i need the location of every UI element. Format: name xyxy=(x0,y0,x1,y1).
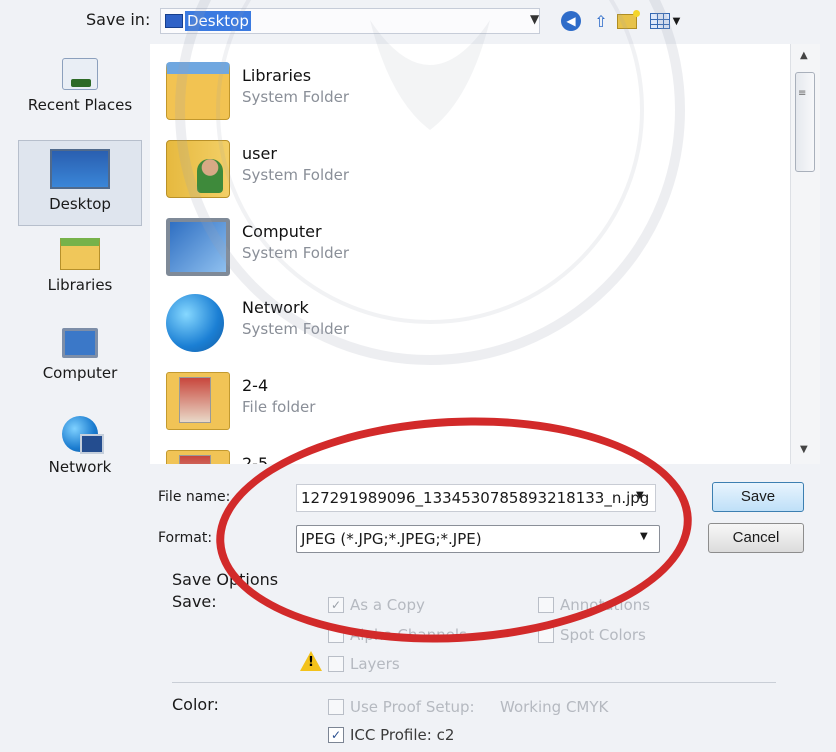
file-type: File folder xyxy=(242,398,316,416)
recent-places-icon xyxy=(62,58,98,90)
alpha-channels-checkbox[interactable]: Alpha Channels xyxy=(328,626,467,644)
checkbox-label: Alpha Channels xyxy=(350,626,467,644)
folder-icon xyxy=(166,372,230,430)
save-as-dialog: Save in: Desktop ▼ ◀ ⇧ ▼ Recent Places D… xyxy=(0,0,836,752)
places-bar: Recent Places Desktop Libraries Computer… xyxy=(0,44,150,494)
place-label: Computer xyxy=(42,364,118,382)
list-item[interactable]: 2-4 File folder xyxy=(160,364,720,440)
file-list: Libraries System Folder user System Fold… xyxy=(150,44,790,464)
checkbox-label: Annotations xyxy=(560,596,651,614)
vertical-scrollbar[interactable]: ▲ ≡ ▼ xyxy=(790,44,820,464)
libraries-folder-icon xyxy=(166,62,230,120)
grip-icon: ≡ xyxy=(798,88,807,99)
save-button[interactable]: Save xyxy=(712,482,804,512)
chevron-down-icon[interactable]: ▼ xyxy=(530,12,539,26)
place-label: Network xyxy=(48,458,112,476)
warning-mark: ! xyxy=(308,655,314,670)
back-button[interactable]: ◀ xyxy=(558,8,584,34)
place-desktop[interactable]: Desktop xyxy=(18,140,142,226)
layers-checkbox[interactable]: Layers xyxy=(328,655,400,673)
network-icon xyxy=(62,416,104,454)
folder-icon xyxy=(166,450,230,464)
scroll-down-icon[interactable]: ▼ xyxy=(800,444,808,455)
up-folder-button[interactable]: ⇧ xyxy=(588,8,614,34)
place-network[interactable]: Network xyxy=(18,408,142,494)
place-label: Recent Places xyxy=(27,96,133,114)
divider xyxy=(172,682,776,683)
new-folder-icon xyxy=(617,9,640,29)
file-name: user xyxy=(242,144,277,163)
chevron-down-icon: ▼ xyxy=(672,15,681,27)
save-in-label: Save in: xyxy=(86,10,151,29)
file-name: Network xyxy=(242,298,309,317)
file-name-label: File name: xyxy=(158,489,231,505)
scroll-thumb[interactable] xyxy=(795,72,815,172)
view-menu-icon xyxy=(649,13,670,29)
format-label: Format: xyxy=(158,530,213,546)
color-label: Color: xyxy=(172,695,219,714)
checkbox-box xyxy=(328,627,344,643)
file-type: System Folder xyxy=(242,244,350,262)
computer-icon xyxy=(62,328,98,358)
list-item[interactable]: user System Folder xyxy=(160,132,720,208)
scroll-up-icon[interactable]: ▲ xyxy=(800,50,808,61)
computer-icon xyxy=(166,218,230,276)
spot-colors-checkbox[interactable]: Spot Colors xyxy=(538,626,646,644)
save-in-dropdown[interactable]: Desktop xyxy=(160,8,540,34)
annotations-checkbox[interactable]: Annotations xyxy=(538,596,650,614)
check-icon: ✓ xyxy=(328,727,344,743)
format-dropdown[interactable]: JPEG (*.JPG;*.JPEG;*.JPE) xyxy=(296,525,660,553)
file-name: 2-4 xyxy=(242,376,269,395)
chevron-down-icon[interactable]: ▼ xyxy=(640,531,648,542)
view-menu-button[interactable]: ▼ xyxy=(642,8,688,34)
desktop-small-icon xyxy=(165,14,183,28)
place-label: Libraries xyxy=(47,276,113,294)
file-name: Libraries xyxy=(242,66,312,85)
place-label: Desktop xyxy=(49,195,111,213)
save-label: Save: xyxy=(172,592,217,611)
list-item[interactable]: Libraries System Folder xyxy=(160,54,720,130)
checkbox-label: As a Copy xyxy=(350,596,425,614)
checkbox-label: Use Proof Setup: xyxy=(350,698,475,716)
use-proof-setup-checkbox[interactable]: Use Proof Setup: xyxy=(328,698,475,716)
checkbox-label: Spot Colors xyxy=(560,626,646,644)
as-a-copy-checkbox[interactable]: ✓ As a Copy xyxy=(328,596,425,614)
list-item[interactable]: Network System Folder xyxy=(160,286,720,362)
new-folder-button[interactable] xyxy=(614,8,640,34)
back-icon: ◀ xyxy=(561,11,581,31)
file-type: System Folder xyxy=(242,320,350,338)
place-recent-places[interactable]: Recent Places xyxy=(18,50,142,136)
save-options-title: Save Options xyxy=(172,570,279,589)
proof-setup-value: Working CMYK xyxy=(500,698,609,716)
chevron-down-icon[interactable]: ▼ xyxy=(636,490,644,501)
place-computer[interactable]: Computer xyxy=(18,320,142,406)
save-in-value: Desktop xyxy=(185,11,251,31)
libraries-icon xyxy=(60,238,100,270)
up-folder-icon: ⇧ xyxy=(594,11,608,31)
place-libraries[interactable]: Libraries xyxy=(18,230,142,316)
checkbox-box xyxy=(328,699,344,715)
network-icon xyxy=(166,294,224,352)
checkbox-label: ICC Profile: c2 xyxy=(350,726,455,744)
file-name-field[interactable]: 127291989096_1334530785893218133_n.jpg xyxy=(296,484,656,512)
file-type: System Folder xyxy=(242,88,350,106)
file-name: 2-5 xyxy=(242,454,269,464)
file-type: System Folder xyxy=(242,166,350,184)
checkbox-box xyxy=(538,627,554,643)
list-item[interactable]: 2-5 xyxy=(160,442,720,464)
check-icon: ✓ xyxy=(328,597,344,613)
file-name: Computer xyxy=(242,222,322,241)
checkbox-box xyxy=(328,656,344,672)
icc-profile-checkbox[interactable]: ✓ ICC Profile: c2 xyxy=(328,726,454,744)
user-folder-icon xyxy=(166,140,230,198)
desktop-icon xyxy=(50,149,110,189)
cancel-button[interactable]: Cancel xyxy=(708,523,804,553)
save-in-toolbar: Save in: Desktop ▼ ◀ ⇧ ▼ xyxy=(0,0,836,44)
list-item[interactable]: Computer System Folder xyxy=(160,210,720,286)
checkbox-label: Layers xyxy=(350,655,400,673)
checkbox-box xyxy=(538,597,554,613)
